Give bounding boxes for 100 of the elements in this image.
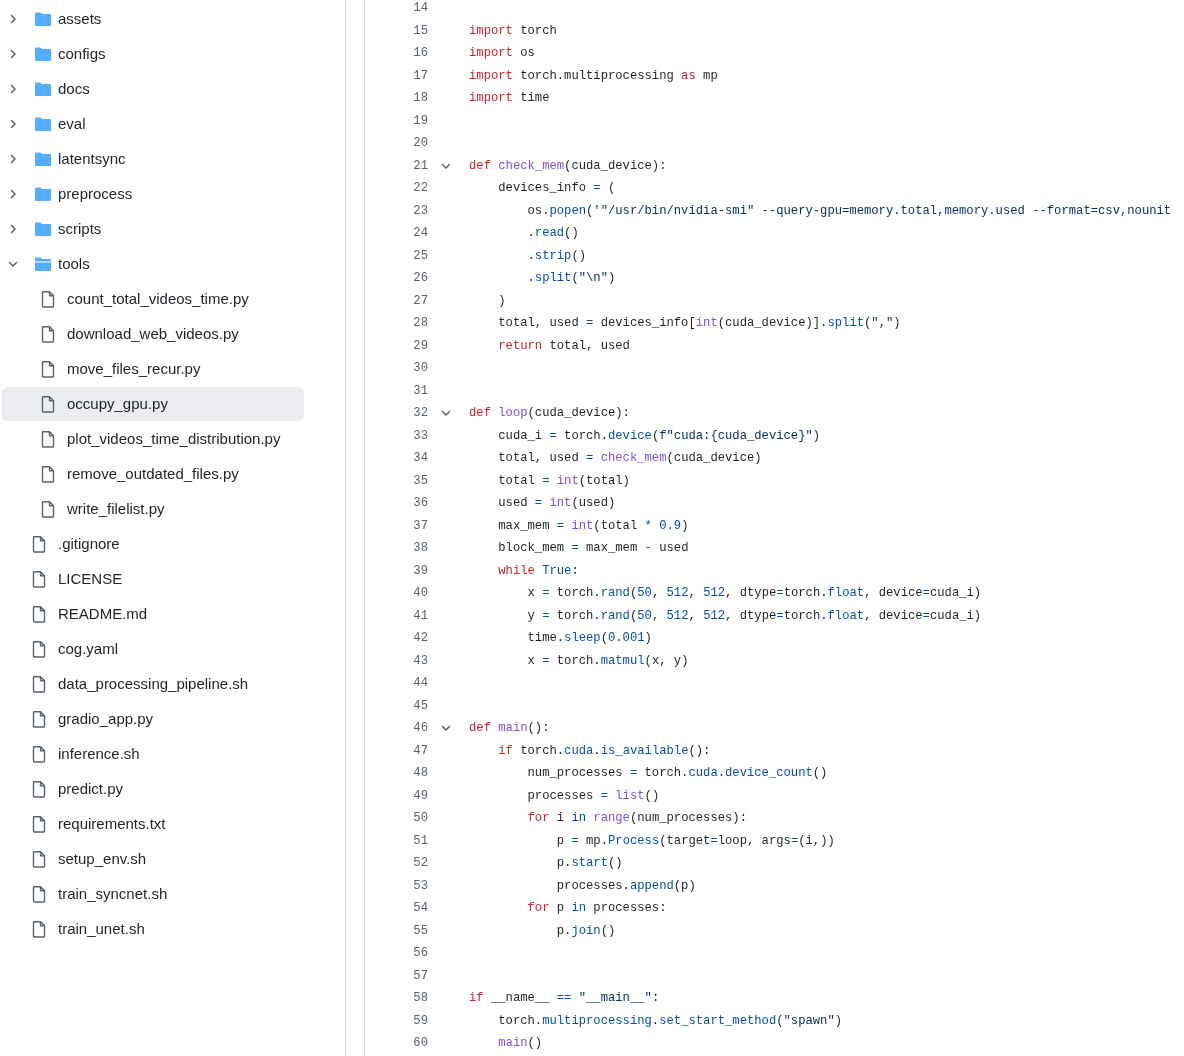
file-icon bbox=[32, 675, 46, 693]
line-number: 43 bbox=[412, 652, 428, 670]
folder-item[interactable]: configs bbox=[2, 37, 304, 71]
line-number: 41 bbox=[412, 607, 428, 625]
code-line: for p in processes: bbox=[526, 900, 667, 918]
line-number: 23 bbox=[412, 202, 428, 220]
file-item[interactable]: LICENSE bbox=[2, 562, 304, 596]
line-number: 42 bbox=[412, 630, 428, 648]
file-item[interactable]: count_total_videos_time.py bbox=[2, 282, 304, 316]
file-item[interactable]: train_unet.sh bbox=[2, 912, 304, 946]
file-icon bbox=[32, 535, 46, 553]
line-number: 38 bbox=[412, 540, 428, 558]
code-line: ) bbox=[497, 292, 506, 310]
code-line: devices_info = ( bbox=[497, 180, 616, 198]
file-item[interactable]: remove_outdated_files.py bbox=[2, 457, 304, 491]
file-icon bbox=[41, 360, 55, 378]
line-number: 26 bbox=[412, 270, 428, 288]
line-number: 36 bbox=[412, 495, 428, 513]
line-number: 60 bbox=[412, 1035, 428, 1053]
code-line: .read() bbox=[526, 225, 579, 243]
line-number: 50 bbox=[412, 810, 428, 828]
folder-icon bbox=[34, 46, 52, 62]
code-line: def loop(cuda_device): bbox=[469, 405, 630, 423]
code-line: x = torch.matmul(x, y) bbox=[526, 652, 689, 670]
code-line: p.join() bbox=[555, 922, 616, 940]
folder-item[interactable]: docs bbox=[2, 72, 304, 106]
file-item[interactable]: occupy_gpu.py bbox=[2, 387, 304, 421]
folder-item[interactable]: scripts bbox=[2, 212, 304, 246]
code-line: .split("\n") bbox=[526, 270, 616, 288]
file-item[interactable]: gradio_app.py bbox=[2, 702, 304, 736]
code-line: import torch.multiprocessing as mp bbox=[469, 67, 718, 85]
line-number: 27 bbox=[412, 292, 428, 310]
line-number: 16 bbox=[412, 45, 428, 63]
line-number: 28 bbox=[412, 315, 428, 333]
line-number: 59 bbox=[412, 1012, 428, 1030]
line-number: 53 bbox=[412, 877, 428, 895]
code-line: max_mem = int(total * 0.9) bbox=[497, 517, 689, 535]
code-line: def main(): bbox=[469, 720, 550, 738]
folder-item[interactable]: tools bbox=[2, 247, 304, 281]
line-number: 19 bbox=[412, 112, 428, 130]
code-line: for i in range(num_processes): bbox=[526, 810, 747, 828]
folder-icon bbox=[34, 116, 52, 132]
code-line: main() bbox=[497, 1035, 543, 1053]
folder-item[interactable]: preprocess bbox=[2, 177, 304, 211]
file-item[interactable]: plot_videos_time_distribution.py bbox=[2, 422, 304, 456]
file-item[interactable]: .gitignore bbox=[2, 527, 304, 561]
line-number: 40 bbox=[412, 585, 428, 603]
folder-icon bbox=[34, 11, 52, 27]
folder-item[interactable]: latentsync bbox=[2, 142, 304, 176]
line-number: 14 bbox=[412, 0, 428, 18]
file-icon bbox=[32, 570, 46, 588]
line-number: 47 bbox=[412, 742, 428, 760]
file-item[interactable]: README.md bbox=[2, 597, 304, 631]
file-icon bbox=[41, 395, 55, 413]
file-icon bbox=[32, 605, 46, 623]
file-item[interactable]: setup_env.sh bbox=[2, 842, 304, 876]
file-icon bbox=[32, 780, 46, 798]
code-line: return total, used bbox=[497, 337, 630, 355]
file-item[interactable]: inference.sh bbox=[2, 737, 304, 771]
folder-icon bbox=[34, 186, 52, 202]
folder-item[interactable]: eval bbox=[2, 107, 304, 141]
file-item[interactable]: cog.yaml bbox=[2, 632, 304, 666]
code-line: if __name__ == "__main__": bbox=[469, 990, 660, 1008]
code-line: x = torch.rand(50, 512, 512, dtype=torch.float, device=cuda_i) bbox=[526, 585, 982, 603]
code-line: block_mem = max_mem - used bbox=[497, 540, 689, 558]
line-number: 54 bbox=[412, 900, 428, 918]
code-line: import torch bbox=[469, 22, 557, 40]
code-line: def check_mem(cuda_device): bbox=[469, 157, 667, 175]
line-number: 48 bbox=[412, 765, 428, 783]
file-item[interactable]: predict.py bbox=[2, 772, 304, 806]
code-line: used = int(used) bbox=[497, 495, 616, 513]
code-line: import time bbox=[469, 90, 550, 108]
file-item[interactable]: download_web_videos.py bbox=[2, 317, 304, 351]
line-number: 49 bbox=[412, 787, 428, 805]
code-line: .strip() bbox=[526, 247, 587, 265]
file-icon bbox=[32, 920, 46, 938]
code-line: while True: bbox=[497, 562, 579, 580]
code-line: num_processes = torch.cuda.device_count() bbox=[526, 765, 828, 783]
code-line: import os bbox=[469, 45, 535, 63]
file-item[interactable]: train_syncnet.sh bbox=[2, 877, 304, 911]
line-number: 39 bbox=[412, 562, 428, 580]
line-number: 20 bbox=[412, 135, 428, 153]
code-line: p = mp.Process(target=loop, args=(i,)) bbox=[555, 832, 835, 850]
line-number: 17 bbox=[412, 67, 428, 85]
file-item[interactable]: data_processing_pipeline.sh bbox=[2, 667, 304, 701]
line-number: 22 bbox=[412, 180, 428, 198]
file-item[interactable]: requirements.txt bbox=[2, 807, 304, 841]
open-folder-icon bbox=[34, 256, 52, 272]
line-number: 58 bbox=[412, 990, 428, 1008]
line-number: 33 bbox=[412, 427, 428, 445]
folder-item[interactable]: assets bbox=[2, 2, 304, 36]
code-line: processes = list() bbox=[526, 787, 660, 805]
code-line: torch.multiprocessing.set_start_method("spawn") bbox=[497, 1012, 843, 1030]
file-icon bbox=[41, 465, 55, 483]
file-item[interactable]: write_filelist.py bbox=[2, 492, 304, 526]
line-number: 51 bbox=[412, 832, 428, 850]
line-number: 46 bbox=[412, 720, 428, 738]
file-item[interactable]: move_files_recur.py bbox=[2, 352, 304, 386]
file-icon bbox=[32, 745, 46, 763]
file-icon bbox=[41, 325, 55, 343]
